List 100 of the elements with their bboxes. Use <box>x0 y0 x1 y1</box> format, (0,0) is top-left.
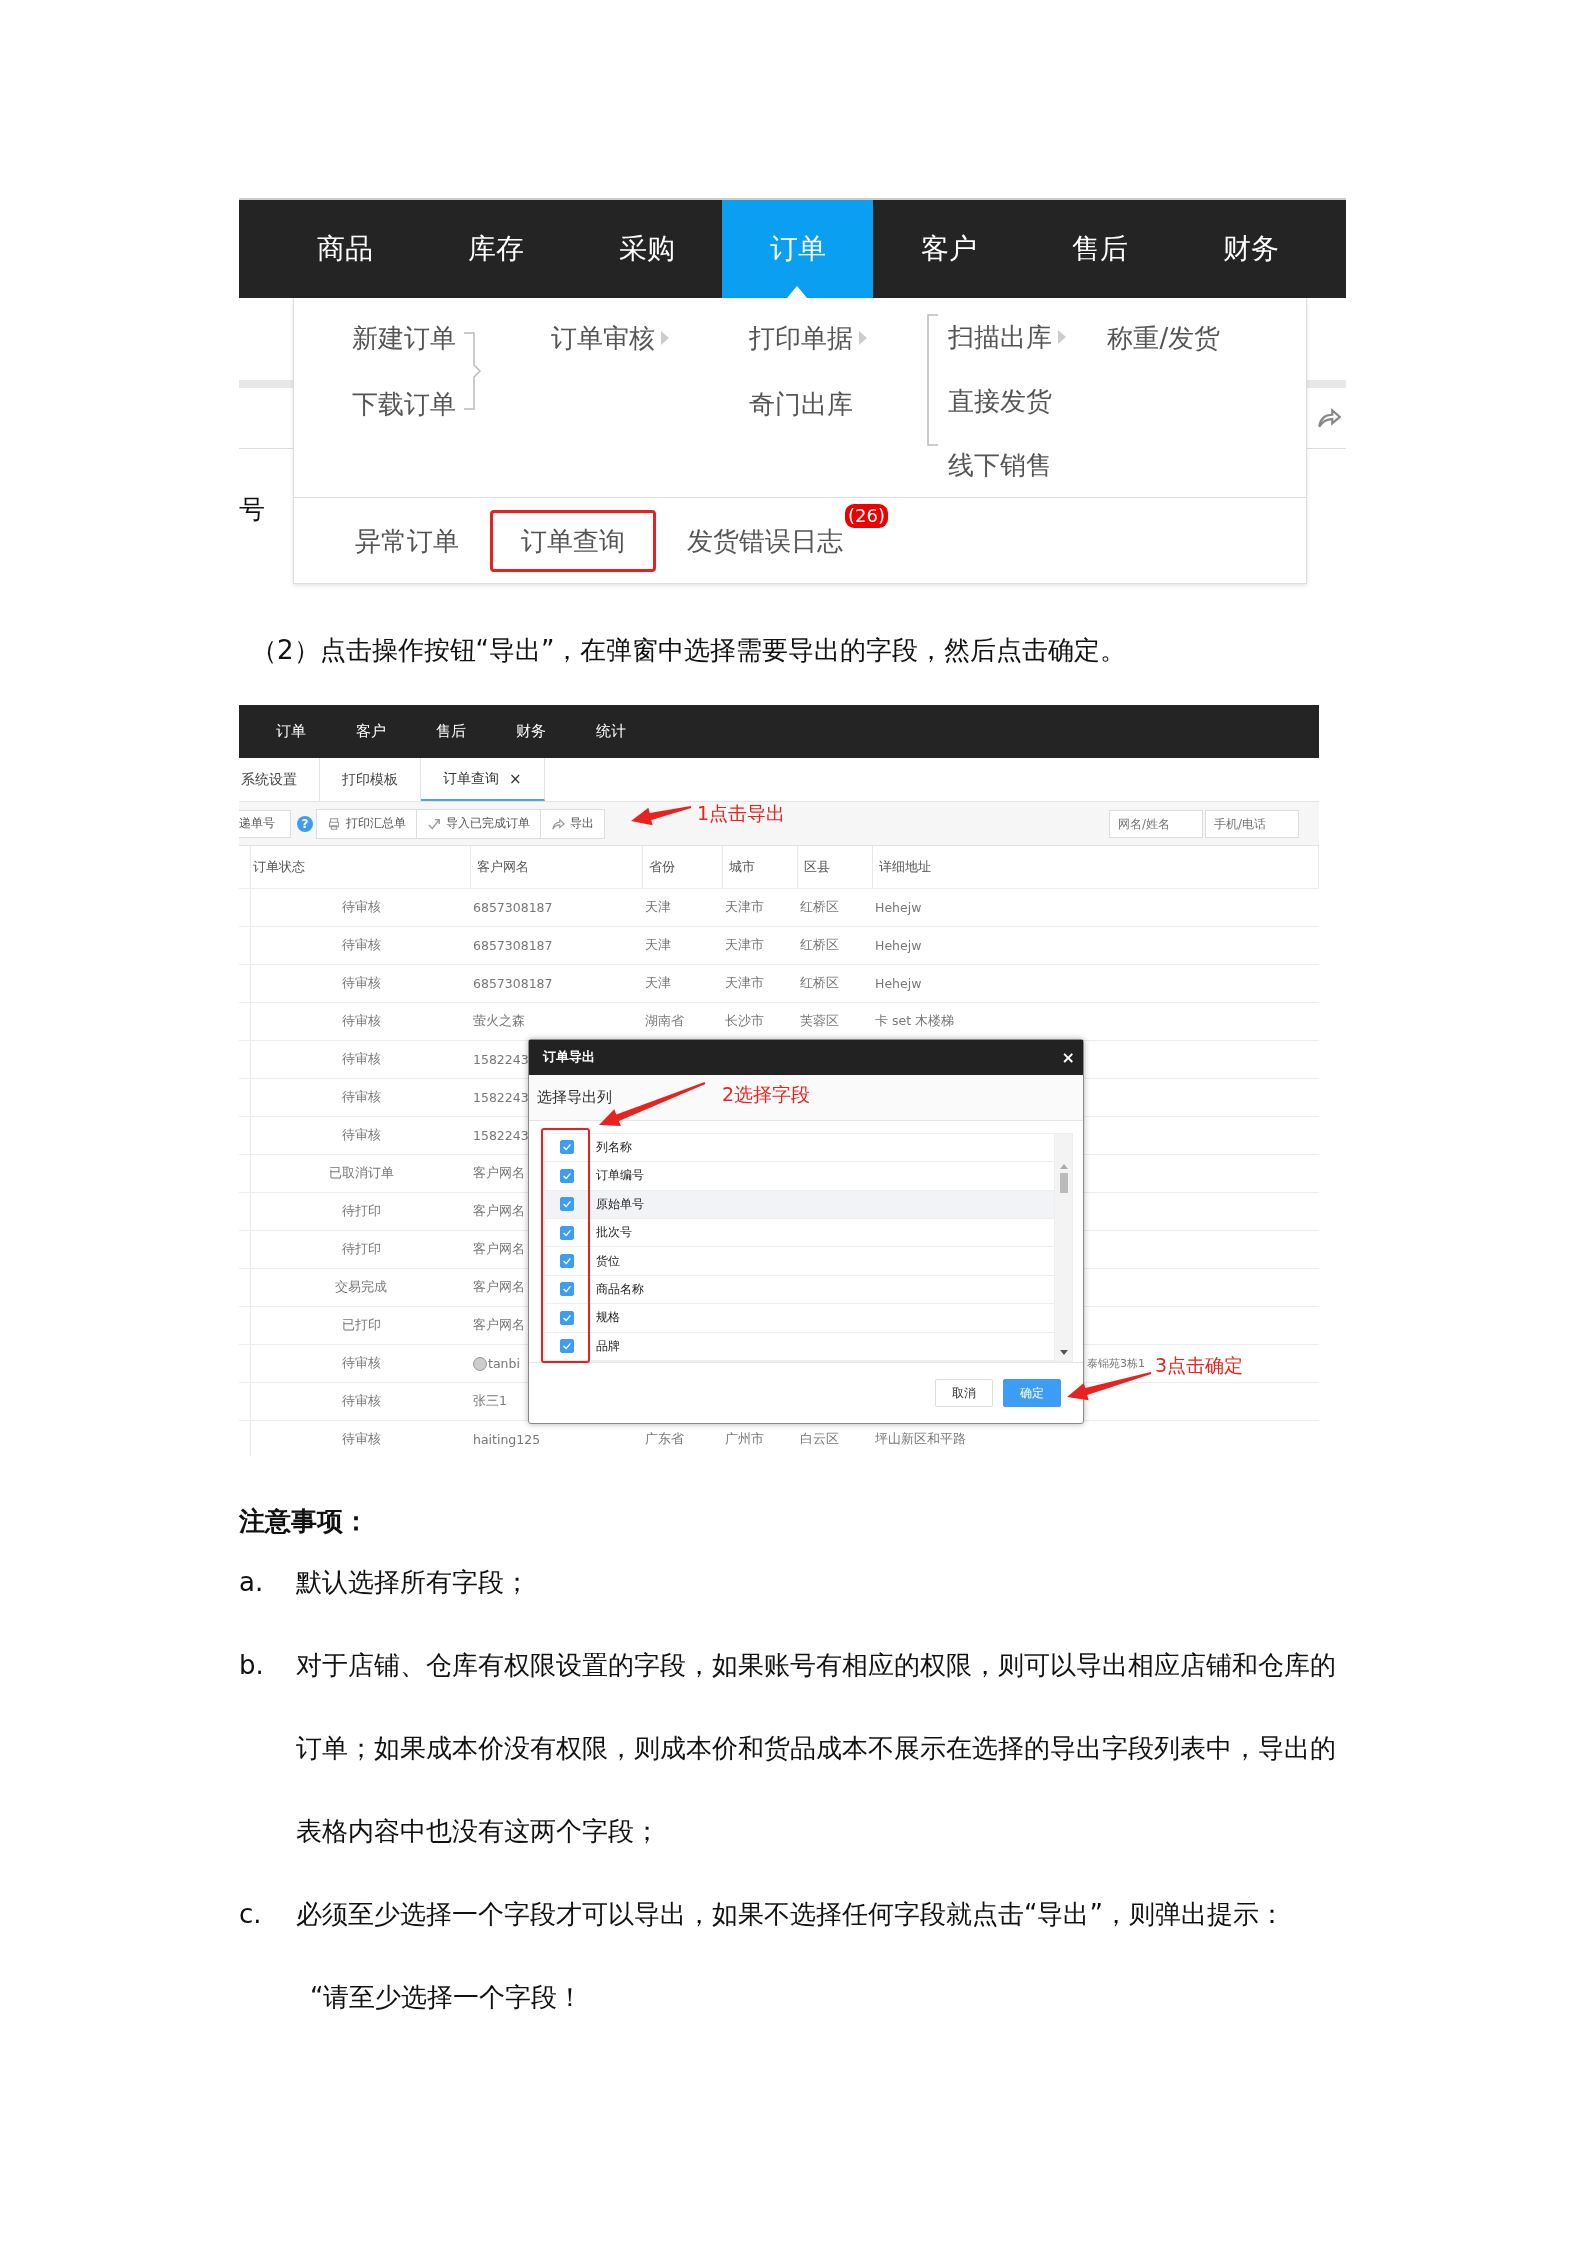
column-header: 号 <box>239 493 266 526</box>
checkbox[interactable] <box>560 1254 574 1269</box>
nav-item[interactable]: 统计 <box>571 705 651 758</box>
nav-tab[interactable]: 财务 <box>1175 200 1326 298</box>
note-text: 对于店铺、仓库有权限设置的字段，如果账号有相应的权限，则可以导出相应店铺和仓库的订单；如果成本价没有权限，则成本价和货品成本不展示在选择的导出字段列表中，导出的表格内容中也没有这两个字段； <box>296 1649 1337 1848</box>
menu-item[interactable]: 奇门出库 <box>749 371 868 437</box>
column-header: 省份 <box>643 846 723 888</box>
filter-field[interactable]: 网名/姓名 <box>1109 809 1203 838</box>
table-cell: 天津 <box>645 937 671 954</box>
menu-item[interactable]: 异常订单 <box>334 510 480 572</box>
table-cell: 萤火之森 <box>473 1013 525 1030</box>
table-cell: 待审核 <box>341 1431 381 1448</box>
table-cell: 待打印 <box>341 1241 381 1258</box>
list-row[interactable]: 品牌 <box>545 1332 1054 1361</box>
table-cell: 待审核 <box>341 1393 381 1410</box>
tab[interactable]: 订单查询 × <box>421 758 545 801</box>
toolbar-button[interactable]: 导入已完成订单 <box>416 808 541 839</box>
list-row[interactable]: 列名称 <box>545 1133 1054 1163</box>
table-cell: 芙蓉区 <box>800 1013 839 1030</box>
share-icon <box>551 816 565 831</box>
table-cell: 天津市 <box>725 899 764 916</box>
nav-item[interactable]: 客户 <box>331 705 411 758</box>
notes-heading: 注意事项： <box>239 1505 370 1538</box>
note-text: “请至少选择一个字段！ <box>310 1981 585 2014</box>
scroll-thumb[interactable] <box>1059 1172 1068 1193</box>
table-cell: 待审核 <box>341 1089 381 1106</box>
nav-tab[interactable]: 商品 <box>269 200 420 298</box>
list-row[interactable]: 货位 <box>545 1247 1054 1276</box>
table-cell: 待审核 <box>341 975 381 992</box>
close-icon[interactable]: × <box>1061 1047 1075 1067</box>
nav-tab[interactable]: 客户 <box>873 200 1024 298</box>
close-icon[interactable]: × <box>509 769 522 788</box>
checkbox[interactable] <box>560 1282 574 1297</box>
nav-tab[interactable]: 售后 <box>1024 200 1175 298</box>
checkbox[interactable] <box>560 1168 574 1183</box>
table-cell: 天津 <box>645 975 671 992</box>
table-cell: 1582243 <box>473 1128 529 1143</box>
table-cell: Hehejw <box>875 900 922 915</box>
nav-item[interactable]: 订单 <box>251 705 331 758</box>
dialog-button[interactable]: 取消 <box>935 1379 993 1408</box>
nav-item[interactable]: 财务 <box>491 705 571 758</box>
field-label: 原始单号 <box>596 1195 644 1213</box>
list-row[interactable]: 商品名称 <box>545 1275 1054 1305</box>
table-cell: 待审核 <box>341 899 381 916</box>
nav-item[interactable]: 售后 <box>411 705 491 758</box>
column-header: 客户网名 <box>471 846 643 888</box>
menu-item[interactable]: 下载订单 <box>352 371 456 437</box>
search-field[interactable]: 递单号 <box>239 809 291 838</box>
toolbar-button[interactable]: 导出 <box>540 808 605 839</box>
table-cell: 6857308187 <box>473 976 553 991</box>
dialog-title: 订单导出 <box>543 1048 595 1067</box>
table-cell: 待审核 <box>341 1127 381 1144</box>
list-row[interactable]: 原始单号 <box>545 1190 1054 1219</box>
menu-item[interactable]: 扫描出库 <box>947 305 1066 369</box>
list-row[interactable]: 订单编号 <box>545 1162 1054 1191</box>
table-cell: 泰锦苑3栋1 <box>1087 1356 1145 1371</box>
column-header: 详细地址 <box>873 846 1319 888</box>
table-cell: 1582243 <box>473 1090 529 1105</box>
table-cell: 待审核 <box>341 937 381 954</box>
menu-item[interactable]: 直接发货 <box>947 369 1066 433</box>
menu-item[interactable]: 线下销售 <box>947 433 1066 497</box>
table-cell: 客户网名 <box>473 1241 525 1258</box>
submenu-arrow-icon <box>660 331 669 345</box>
nav-tab[interactable]: 采购 <box>571 200 722 298</box>
scroll-up-icon[interactable] <box>1059 1163 1068 1169</box>
checkbox[interactable] <box>560 1197 574 1212</box>
checkbox[interactable] <box>560 1225 574 1240</box>
scroll-down-icon[interactable] <box>1059 1350 1068 1356</box>
table-cell: haiting125 <box>473 1432 541 1447</box>
list-row[interactable]: 批次号 <box>545 1218 1054 1248</box>
checkbox[interactable] <box>560 1140 574 1155</box>
nav-tab[interactable]: 库存 <box>420 200 571 298</box>
table-cell: 待打印 <box>341 1203 381 1220</box>
toolbar-button[interactable]: 打印汇总单 <box>316 808 417 839</box>
menu-item[interactable]: 订单审核 <box>550 305 669 371</box>
filter-field[interactable]: 手机/电话 <box>1205 809 1299 838</box>
checkbox[interactable] <box>560 1310 574 1325</box>
table-cell: 坪山新区和平路 <box>875 1431 966 1448</box>
menu-item[interactable]: 新建订单 <box>352 305 456 371</box>
submenu-arrow-icon <box>859 331 868 345</box>
table-cell: 广东省 <box>645 1431 684 1448</box>
table-cell: 天津 <box>645 899 671 916</box>
table-cell: 天津市 <box>725 975 764 992</box>
menu-item[interactable]: 订单查询 <box>490 510 656 572</box>
menu-item[interactable]: 称重/发货 <box>1107 305 1221 371</box>
table-cell: Hehejw <box>875 976 922 991</box>
table-cell: 待审核 <box>341 1051 381 1068</box>
field-label: 规格 <box>596 1309 620 1327</box>
column-header: 区县 <box>798 846 873 888</box>
table-cell: 长沙市 <box>725 1013 764 1030</box>
table-cell: 客户网名 <box>473 1279 525 1296</box>
step-text: （2）点击操作按钮“导出”，在弹窗中选择需要导出的字段，然后点击确定。 <box>251 634 1128 667</box>
field-label: 订单编号 <box>596 1167 644 1185</box>
table-cell: 6857308187 <box>473 900 553 915</box>
tab[interactable]: 系统设置 <box>239 758 320 801</box>
menu-item[interactable]: 打印单据 <box>749 305 868 371</box>
scrollbar[interactable] <box>1054 1133 1072 1362</box>
column-header: 城市 <box>723 846 798 888</box>
list-row[interactable]: 规格 <box>545 1304 1054 1333</box>
checkbox[interactable] <box>560 1339 574 1354</box>
